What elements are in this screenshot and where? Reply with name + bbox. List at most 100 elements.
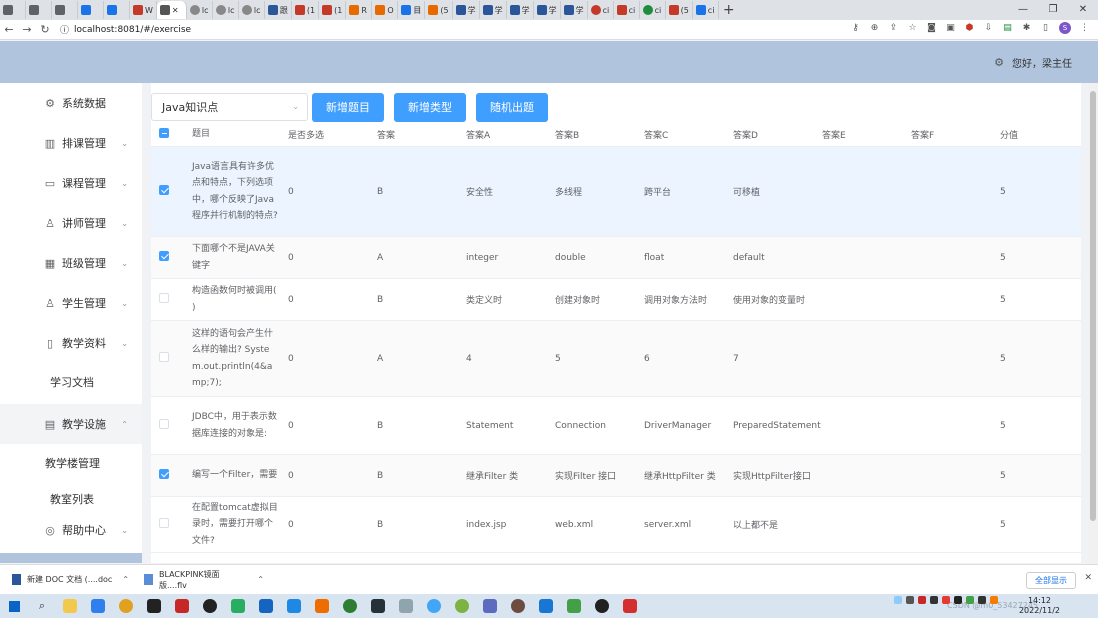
app-icon[interactable] <box>532 594 560 618</box>
back-arrow-icon[interactable]: ← <box>0 23 18 36</box>
new-tab-button[interactable]: + <box>719 2 739 18</box>
sidebar-subitem-classrooms[interactable]: 教室列表 <box>0 482 142 516</box>
row-checkbox[interactable] <box>159 419 169 429</box>
browser-tab[interactable]: W <box>130 1 157 19</box>
sidepanel-icon[interactable]: ▯ <box>1040 23 1051 34</box>
table-row[interactable]: JDBC中，用于表示数据库连接的对象是: 0 B Statement Connectio… <box>151 397 1081 455</box>
add-type-button[interactable]: 新增类型 <box>394 92 466 122</box>
tray-icon[interactable] <box>990 596 998 604</box>
browser-tab[interactable] <box>0 1 26 19</box>
app-icon[interactable] <box>168 594 196 618</box>
row-checkbox[interactable] <box>159 469 169 479</box>
folder-icon[interactable] <box>56 594 84 618</box>
scrollbar-thumb[interactable] <box>1090 91 1096 521</box>
add-question-button[interactable]: 新增题目 <box>312 92 384 122</box>
browser-tab[interactable]: (5 <box>666 1 693 19</box>
image-icon[interactable]: ▣ <box>945 23 956 34</box>
table-row[interactable]: 编写一个Filter，需要 0 B 继承Filter 类 实现Filter 接口 继承Ht… <box>151 455 1081 497</box>
browser-tab[interactable]: O <box>372 1 399 19</box>
app-icon[interactable] <box>476 594 504 618</box>
app-icon[interactable] <box>252 594 280 618</box>
tray-icon[interactable] <box>978 596 986 604</box>
table-row[interactable]: Java语言具有许多优点和特点，下列选项中，哪个反映了Java程序并行机制的特点… <box>151 147 1081 237</box>
app-icon[interactable] <box>448 594 476 618</box>
row-checkbox[interactable] <box>159 352 169 362</box>
row-checkbox[interactable] <box>159 293 169 303</box>
shield-icon[interactable]: ⬢ <box>964 23 975 34</box>
app-icon[interactable] <box>84 594 112 618</box>
browser-tab[interactable] <box>52 1 78 19</box>
app-icon[interactable] <box>588 594 616 618</box>
app-icon[interactable] <box>364 594 392 618</box>
browser-tab[interactable]: ci <box>640 1 666 19</box>
browser-tab[interactable]: 学 <box>480 1 507 19</box>
browser-tab-active[interactable]: ✕ <box>156 1 187 19</box>
table-row[interactable]: 在配置tomcat虚拟目录时，需要打开哪个文件? 0 Bindex.jsp web.x… <box>151 497 1081 553</box>
download-item[interactable]: 新建 DOC 文档 (....doc ⌃ <box>0 574 132 585</box>
table-row[interactable]: 下面哪个不是JAVA关键字 0 Ainteger double float default… <box>151 237 1081 279</box>
app-icon[interactable] <box>504 594 532 618</box>
info-icon[interactable]: ⓘ <box>60 23 69 36</box>
random-question-button[interactable]: 随机出题 <box>476 92 548 122</box>
close-window-button[interactable]: ✕ <box>1068 0 1098 20</box>
download-item[interactable]: BLACKPINK镜面版....flv ⌃ <box>132 569 264 591</box>
select-all-checkbox[interactable] <box>159 128 169 138</box>
app-icon[interactable] <box>196 594 224 618</box>
row-checkbox[interactable] <box>159 518 169 528</box>
sidebar-item-facilities[interactable]: ▤ 教学设施 ⌃ <box>0 404 142 444</box>
sidebar-item-classes[interactable]: ▦ 班级管理 ⌄ <box>0 243 142 283</box>
tray-icon[interactable] <box>954 596 962 604</box>
maximize-button[interactable]: ❐ <box>1038 0 1068 20</box>
app-icon[interactable] <box>392 594 420 618</box>
zoom-icon[interactable]: ⊕ <box>869 23 880 34</box>
share-icon[interactable]: ⇪ <box>888 23 899 34</box>
taskbar-clock[interactable]: 14:12 2022/11/2 <box>1019 596 1060 616</box>
key-icon[interactable]: ⚷ <box>850 23 861 34</box>
browser-tab[interactable]: ci <box>693 1 719 19</box>
table-row[interactable]: 这样的语句会产生什么样的输出? System.out.println(4&amp… <box>151 321 1081 397</box>
app-icon[interactable] <box>420 594 448 618</box>
close-icon[interactable]: ✕ <box>1084 573 1092 583</box>
browser-tab[interactable]: lc <box>213 1 239 19</box>
sidebar-subitem-buildings[interactable]: 教学楼管理 <box>0 444 142 482</box>
forward-arrow-icon[interactable]: → <box>18 23 36 36</box>
sidebar-item-system-data[interactable]: ⚙ 系统数据 <box>0 83 142 123</box>
menu-icon[interactable]: ⋮ <box>1079 23 1090 34</box>
browser-tab[interactable]: 学 <box>453 1 480 19</box>
tray-icon[interactable] <box>894 596 902 604</box>
minimize-button[interactable]: — <box>1008 0 1038 20</box>
app-icon[interactable] <box>308 594 336 618</box>
gear-icon[interactable]: ⚙ <box>994 56 1004 69</box>
browser-tab[interactable]: (5 <box>425 1 453 19</box>
browser-tab[interactable]: ci <box>614 1 640 19</box>
app-icon[interactable] <box>140 594 168 618</box>
table-row[interactable]: 构造函数何时被调用( ) 0 B 类定义时 创建对象时 调用对象方法时 使用对象的变量时 5 <box>151 279 1081 321</box>
chrome-icon[interactable] <box>112 594 140 618</box>
sidebar-item-scheduling[interactable]: ▥ 排课管理 ⌄ <box>0 123 142 163</box>
camera-icon[interactable]: ◙ <box>926 23 937 34</box>
greeting-text[interactable]: 您好，梁主任 <box>1012 55 1072 70</box>
browser-tab[interactable]: ci <box>588 1 614 19</box>
download-icon[interactable]: ⇩ <box>983 23 994 34</box>
sidebar-item-students[interactable]: ♙ 学生管理 ⌄ <box>0 283 142 323</box>
tray-icon[interactable] <box>906 596 914 604</box>
browser-tab[interactable]: 学 <box>507 1 534 19</box>
browser-tab[interactable]: 跟 <box>265 1 292 19</box>
tray-icon[interactable] <box>966 596 974 604</box>
show-all-downloads-button[interactable]: 全部显示 <box>1026 572 1076 589</box>
chevron-up-icon[interactable]: ⌃ <box>257 575 264 584</box>
browser-tab[interactable]: lc <box>187 1 213 19</box>
app-icon[interactable] <box>616 594 644 618</box>
app-icon[interactable] <box>336 594 364 618</box>
category-select[interactable]: Java知识点 ⌄ <box>151 93 308 121</box>
browser-tab[interactable] <box>104 1 130 19</box>
search-icon[interactable]: ⌕ <box>28 594 56 618</box>
browser-tab[interactable]: 目 <box>398 1 426 19</box>
windows-start-icon[interactable] <box>0 594 28 618</box>
browser-tab[interactable] <box>26 1 52 19</box>
browser-tab[interactable]: (1 <box>319 1 347 19</box>
tab-close-icon[interactable]: ✕ <box>172 6 179 15</box>
row-checkbox[interactable] <box>159 251 169 261</box>
sidebar-subitem-docs[interactable]: 学习文档 <box>0 363 142 401</box>
browser-tab[interactable]: (1 <box>292 1 320 19</box>
